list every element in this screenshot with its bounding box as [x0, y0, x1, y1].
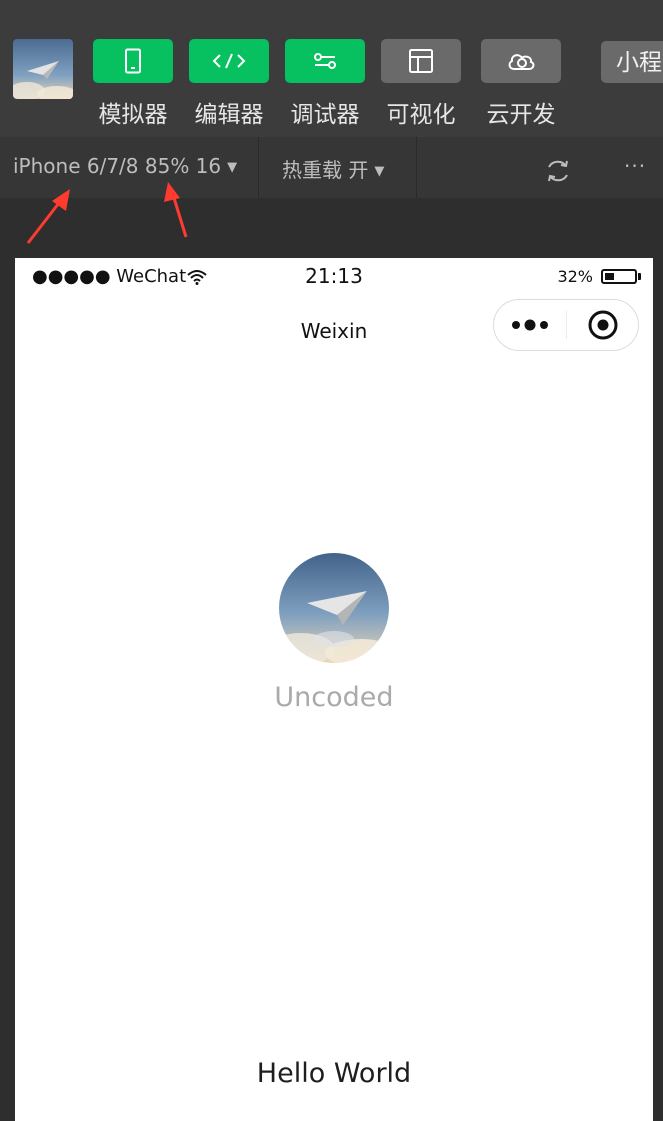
project-avatar[interactable]: [13, 39, 73, 99]
simulator-label: 模拟器: [98, 102, 168, 128]
capsule-menu-button[interactable]: [494, 300, 566, 350]
capsule-close-button[interactable]: [567, 300, 638, 350]
phone-icon: [125, 48, 141, 74]
debugger-button[interactable]: [285, 39, 365, 83]
debug-icon: [314, 53, 336, 69]
debugger-tool[interactable]: 调试器: [285, 39, 365, 129]
annotation-arrow: [164, 182, 188, 238]
target-icon: [588, 310, 617, 340]
cloud-dev-button[interactable]: [481, 39, 561, 83]
hot-reload-label: 热重载 开: [282, 158, 369, 182]
more-dots-icon: [512, 319, 548, 331]
cloud-icon: [508, 54, 535, 70]
more-icon[interactable]: ···: [624, 154, 646, 178]
annotation-arrow: [26, 189, 70, 244]
editor-tool[interactable]: 编辑器: [189, 39, 269, 129]
user-nickname: Uncoded: [274, 682, 394, 713]
simulator-button[interactable]: [93, 39, 173, 83]
simulator-screen: ●●●●● WeChat 21:13 32% Weixin Uncoded He…: [15, 258, 653, 1121]
editor-label: 编辑器: [194, 102, 264, 128]
visual-tool[interactable]: 可视化: [381, 39, 461, 129]
top-toolbar: 模拟器 编辑器 调试器 可视化 云开发 小程: [0, 0, 663, 137]
hot-reload-toggle[interactable]: 热重载 开 ▼: [282, 154, 384, 183]
subbar-divider: [258, 137, 259, 198]
mini-program-button[interactable]: 小程: [601, 41, 663, 83]
battery-icon: [601, 269, 637, 284]
capsule-button: [493, 299, 639, 351]
editor-button[interactable]: [189, 39, 269, 83]
visual-label: 可视化: [386, 102, 456, 128]
chevron-down-icon: ▼: [227, 160, 238, 175]
code-icon: [212, 53, 246, 69]
device-selector[interactable]: iPhone 6/7/8 85% 16 ▼: [13, 154, 237, 178]
visual-button[interactable]: [381, 39, 461, 83]
cloud-dev-label: 云开发: [486, 102, 556, 128]
layout-icon: [409, 49, 433, 73]
debugger-label: 调试器: [290, 102, 360, 128]
chevron-down-icon: ▼: [374, 164, 385, 179]
simulator-tool[interactable]: 模拟器: [93, 39, 173, 129]
device-selector-label: iPhone 6/7/8 85% 16: [13, 154, 222, 178]
subbar-divider: [416, 137, 417, 198]
cloud-dev-tool[interactable]: 云开发: [481, 39, 561, 129]
user-avatar[interactable]: [279, 553, 389, 663]
status-battery: 32%: [557, 267, 641, 286]
battery-tip: [638, 273, 641, 280]
hello-text: Hello World: [256, 1058, 412, 1089]
refresh-icon[interactable]: [544, 157, 572, 189]
